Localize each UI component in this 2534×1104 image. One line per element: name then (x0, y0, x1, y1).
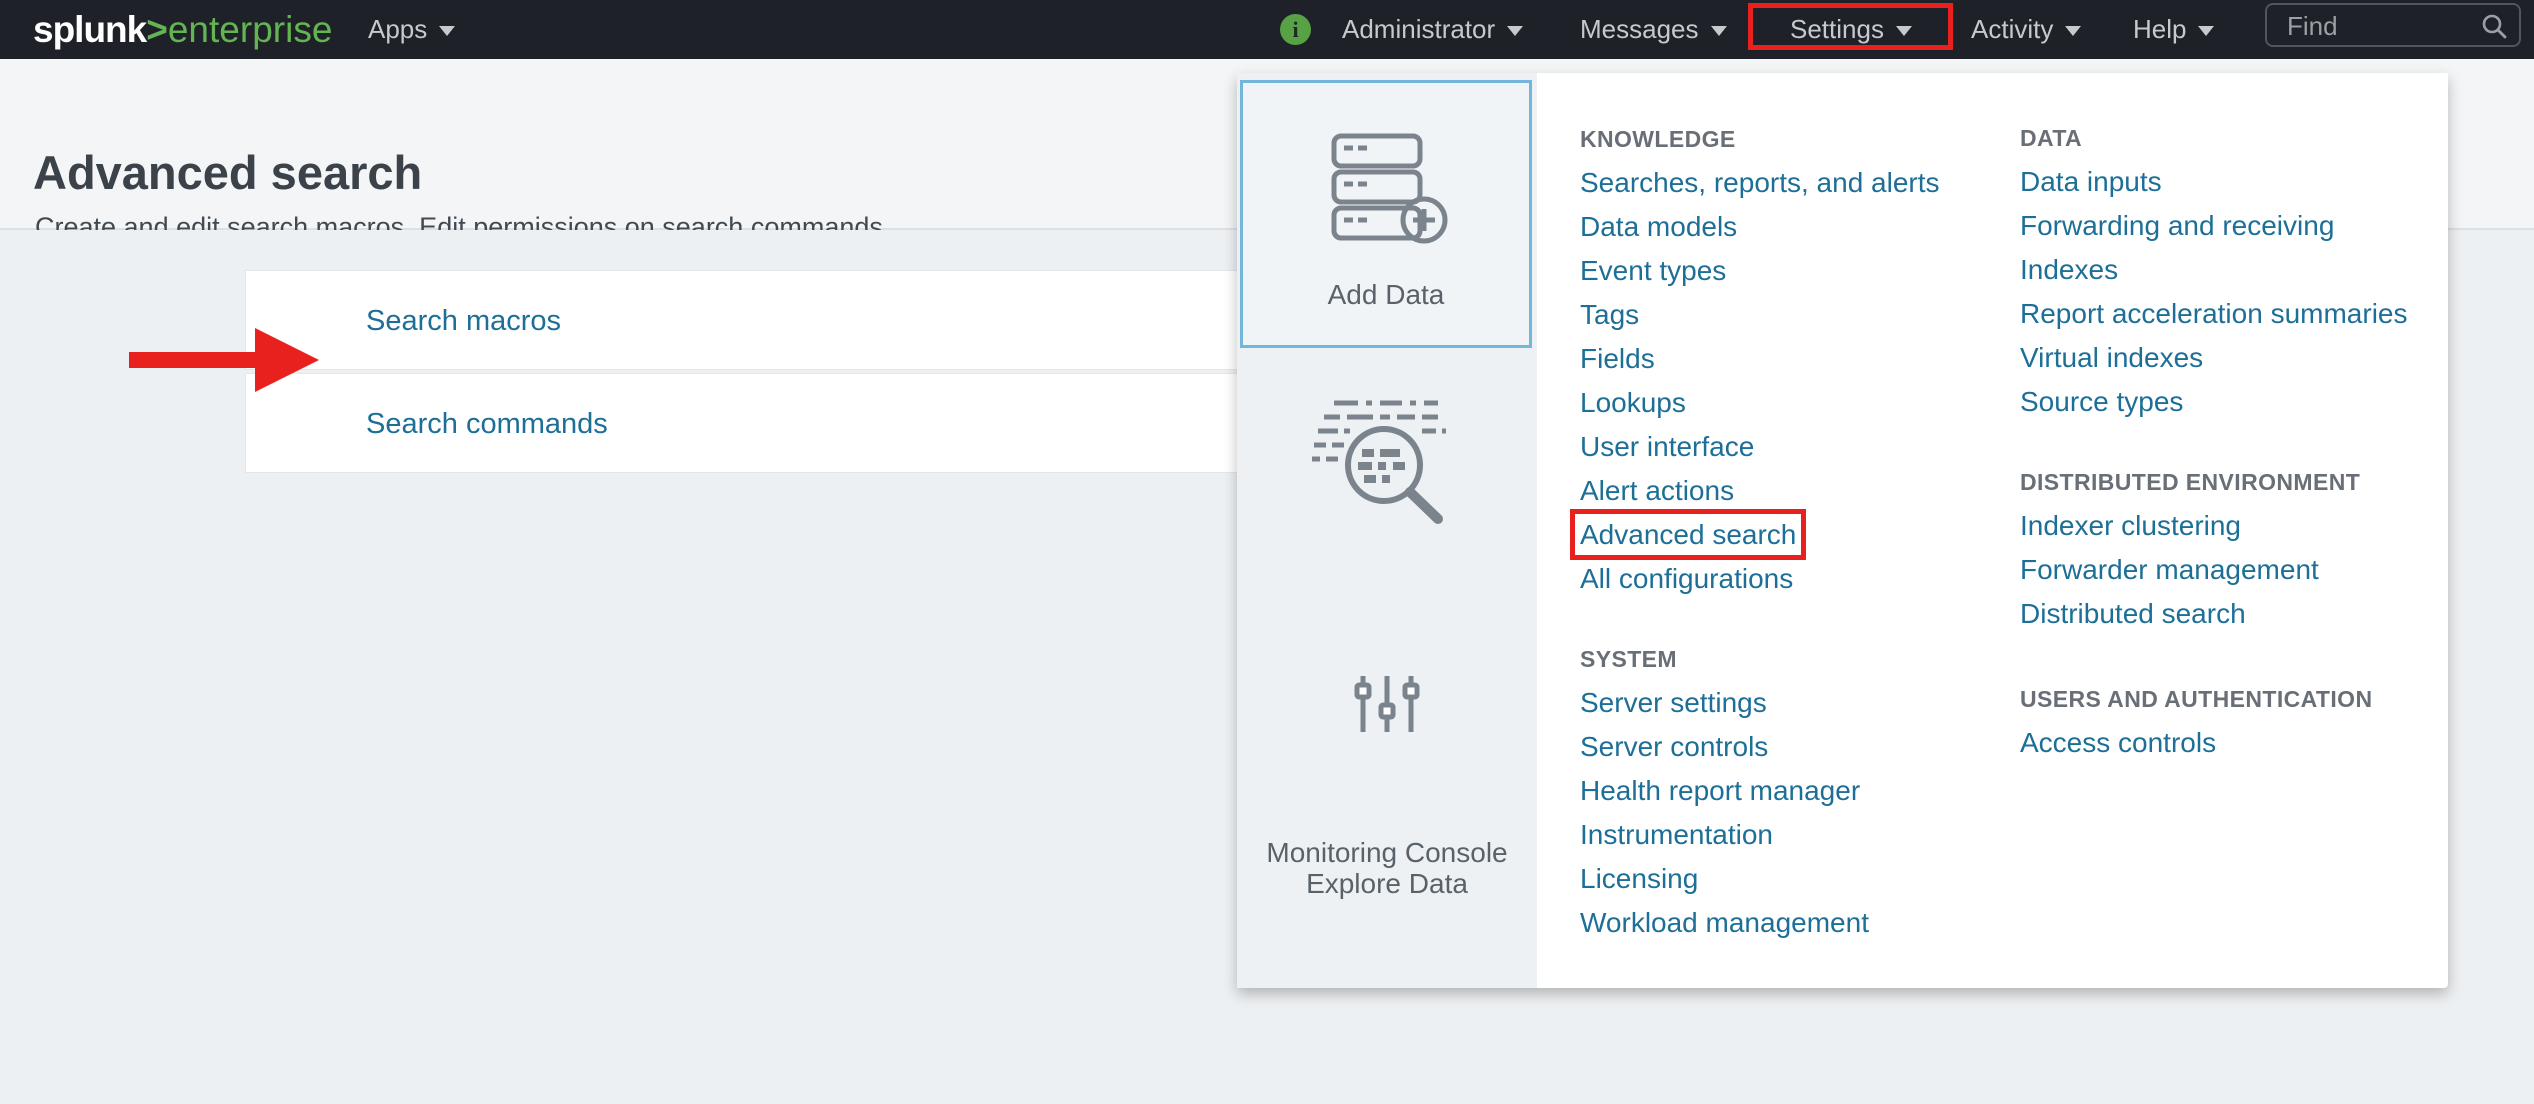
caret-down-icon (1507, 26, 1523, 36)
find-search-box[interactable] (2265, 3, 2521, 47)
menu-item[interactable]: Lookups (1580, 381, 1940, 425)
nav-administrator-label: Administrator (1342, 14, 1495, 44)
explore-data-icon (1312, 395, 1462, 532)
menu-item[interactable]: Indexes (2020, 248, 2408, 292)
menu-item[interactable]: Forwarder management (2020, 548, 2360, 592)
menu-item[interactable]: Tags (1580, 293, 1940, 337)
logo-brand: splunk (33, 9, 146, 50)
splunk-app: splunk>enterprise Apps i Administrator M… (0, 0, 2534, 1104)
caret-down-icon (2065, 26, 2081, 36)
tile-monitoring-console-label: Monitoring Console (1237, 833, 1537, 873)
menu-heading-knowledge: KNOWLEDGE (1580, 122, 1940, 156)
menu-section-system: SYSTEM Server settingsServer controlsHea… (1580, 642, 1869, 945)
menu-list-distributed-environment: Indexer clusteringForwarder managementDi… (2020, 504, 2360, 636)
nav-help-menu[interactable]: Help (2133, 0, 2214, 59)
info-icon[interactable]: i (1280, 14, 1311, 45)
menu-item[interactable]: Virtual indexes (2020, 336, 2408, 380)
splunk-enterprise-logo[interactable]: splunk>enterprise (33, 0, 332, 59)
nav-messages-menu[interactable]: Messages (1580, 0, 1727, 59)
menu-item[interactable]: Licensing (1580, 857, 1869, 901)
menu-heading-data: DATA (2020, 121, 2408, 155)
search-commands-link[interactable]: Search commands (366, 374, 608, 474)
nav-activity-menu[interactable]: Activity (1971, 0, 2081, 59)
menu-item[interactable]: Distributed search (2020, 592, 2360, 636)
nav-apps-label: Apps (368, 14, 427, 44)
add-data-icon (1322, 131, 1450, 252)
menu-item[interactable]: All configurations (1580, 557, 1940, 601)
menu-heading-users-authentication: USERS AND AUTHENTICATION (2020, 682, 2372, 716)
tile-add-data[interactable]: Add Data (1240, 80, 1532, 348)
menu-item[interactable]: Source types (2020, 380, 2408, 424)
logo-separator: > (146, 9, 168, 50)
menu-item[interactable]: Advanced search (1580, 513, 1940, 557)
monitoring-console-icon (1354, 673, 1420, 740)
menu-item[interactable]: Event types (1580, 249, 1940, 293)
menu-list-knowledge: Searches, reports, and alertsData models… (1580, 161, 1940, 601)
nav-settings-menu[interactable]: Settings (1790, 0, 1912, 59)
tile-add-data-label: Add Data (1243, 279, 1529, 311)
caret-down-icon (1711, 26, 1727, 36)
search-icon[interactable] (2481, 13, 2507, 44)
nav-messages-label: Messages (1580, 14, 1699, 44)
tile-explore-data[interactable]: Explore Data (1237, 395, 1537, 695)
menu-item[interactable]: Searches, reports, and alerts (1580, 161, 1940, 205)
settings-menu-tile-strip: Add Data (1237, 73, 1537, 988)
menu-item[interactable]: Alert actions (1580, 469, 1940, 513)
top-navbar: splunk>enterprise Apps i Administrator M… (0, 0, 2534, 59)
menu-item[interactable]: User interface (1580, 425, 1940, 469)
menu-list-data: Data inputsForwarding and receivingIndex… (2020, 160, 2408, 424)
menu-item[interactable]: Workload management (1580, 901, 1869, 945)
search-macros-link[interactable]: Search macros (366, 271, 561, 371)
nav-help-label: Help (2133, 14, 2186, 44)
nav-administrator-menu[interactable]: Administrator (1342, 0, 1523, 59)
tile-monitoring-console[interactable]: Monitoring Console (1237, 673, 1537, 933)
menu-list-users-authentication: Access controls (2020, 721, 2372, 765)
caret-down-icon (2198, 26, 2214, 36)
menu-list-system: Server settingsServer controlsHealth rep… (1580, 681, 1869, 945)
menu-section-data: DATA Data inputsForwarding and receiving… (2020, 121, 2408, 424)
nav-apps-menu[interactable]: Apps (368, 0, 455, 59)
menu-item[interactable]: Indexer clustering (2020, 504, 2360, 548)
menu-item[interactable]: Data inputs (2020, 160, 2408, 204)
logo-product: enterprise (168, 9, 333, 50)
menu-section-knowledge: KNOWLEDGE Searches, reports, and alertsD… (1580, 122, 1940, 601)
menu-heading-system: SYSTEM (1580, 642, 1869, 676)
menu-item[interactable]: Server settings (1580, 681, 1869, 725)
menu-item[interactable]: Data models (1580, 205, 1940, 249)
menu-item[interactable]: Fields (1580, 337, 1940, 381)
nav-settings-label: Settings (1790, 14, 1884, 44)
caret-down-icon (1896, 26, 1912, 36)
menu-section-users-authentication: USERS AND AUTHENTICATION Access controls (2020, 682, 2372, 765)
page-title: Advanced search (33, 145, 422, 200)
menu-item[interactable]: Report acceleration summaries (2020, 292, 2408, 336)
menu-item[interactable]: Server controls (1580, 725, 1869, 769)
find-search-input[interactable] (2285, 5, 2474, 47)
menu-item[interactable]: Access controls (2020, 721, 2372, 765)
menu-section-distributed-environment: DISTRIBUTED ENVIRONMENT Indexer clusteri… (2020, 465, 2360, 636)
menu-item[interactable]: Instrumentation (1580, 813, 1869, 857)
nav-activity-label: Activity (1971, 14, 2053, 44)
caret-down-icon (439, 26, 455, 36)
menu-heading-distributed-environment: DISTRIBUTED ENVIRONMENT (2020, 465, 2360, 499)
menu-item[interactable]: Forwarding and receiving (2020, 204, 2408, 248)
menu-item[interactable]: Health report manager (1580, 769, 1869, 813)
